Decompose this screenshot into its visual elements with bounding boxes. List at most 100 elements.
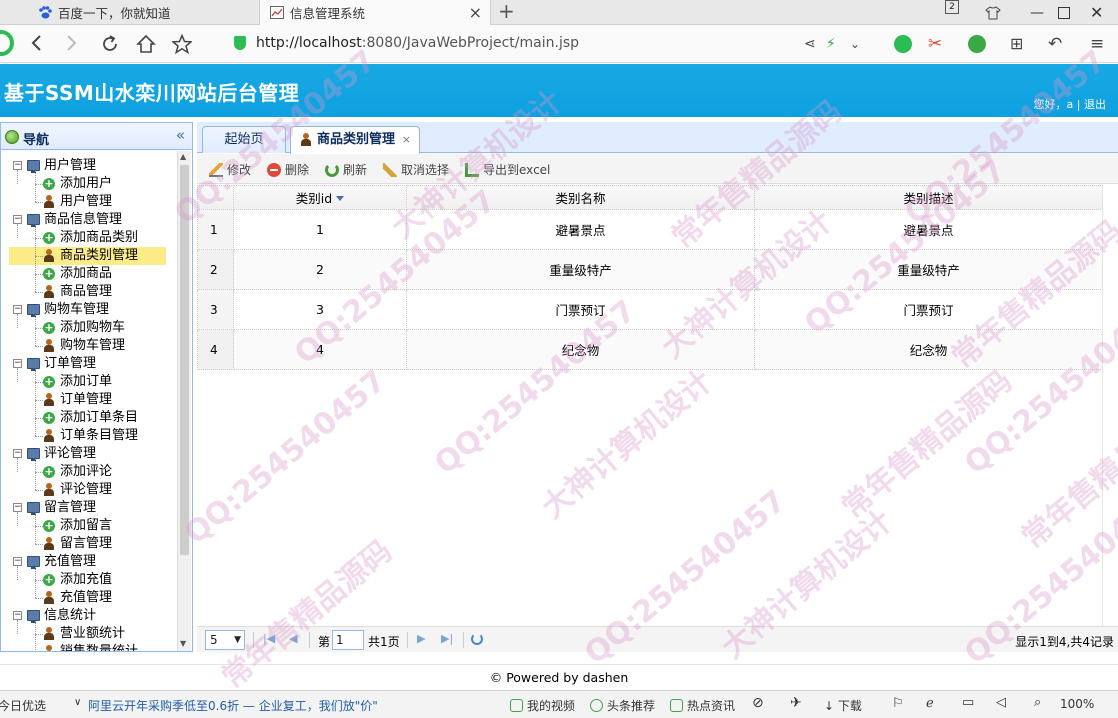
- home-icon[interactable]: [136, 34, 156, 58]
- flag-icon[interactable]: ⚐: [892, 696, 904, 711]
- address-bar[interactable]: http://localhost:8080/JavaWebProject/mai…: [256, 35, 579, 51]
- nav-group[interactable]: − 用户管理: [1, 157, 176, 175]
- page-size-select[interactable]: 5 ▼: [205, 630, 245, 650]
- nav-item[interactable]: + 添加订单条目: [9, 409, 166, 427]
- cancel-selection-button[interactable]: 取消选择: [383, 162, 449, 178]
- share-icon[interactable]: ⋖: [804, 34, 816, 54]
- nav-item[interactable]: 商品类别管理: [9, 247, 166, 265]
- chevron-down-icon[interactable]: ⌄: [850, 34, 860, 54]
- category-id-cell[interactable]: 3: [233, 289, 407, 330]
- nav-item[interactable]: + 添加订单: [9, 373, 166, 391]
- browser-tab-baidu[interactable]: 百度一下，你就知道: [0, 0, 258, 25]
- nav-item[interactable]: + 添加用户: [9, 175, 166, 193]
- skin-icon[interactable]: [985, 0, 1001, 25]
- nav-scrollbar[interactable]: ▲ ▼: [177, 151, 191, 651]
- column-header-name[interactable]: 类别名称: [406, 185, 755, 210]
- new-tab-icon[interactable]: +: [498, 0, 515, 23]
- category-name-cell[interactable]: 门票预订: [406, 289, 755, 330]
- browser-tab-active[interactable]: 信息管理系统 ×: [259, 0, 491, 25]
- apps-grid-icon[interactable]: ⊞: [1010, 34, 1023, 54]
- tree-collapse-icon[interactable]: −: [13, 161, 22, 170]
- zoom-icon[interactable]: ⌕: [1034, 695, 1041, 710]
- first-page-icon[interactable]: |◀: [263, 632, 275, 645]
- lightning-icon[interactable]: ⚡: [826, 34, 836, 54]
- nav-scroll-thumb[interactable]: [180, 165, 189, 555]
- extension-pay-icon[interactable]: [968, 35, 986, 53]
- tree-collapse-icon[interactable]: −: [13, 449, 22, 458]
- delete-button[interactable]: 删除: [267, 162, 309, 178]
- back-icon[interactable]: [30, 34, 42, 56]
- reload-icon[interactable]: [100, 34, 120, 58]
- nav-item[interactable]: 留言管理: [9, 535, 166, 553]
- nav-group[interactable]: − 评论管理: [1, 445, 176, 463]
- tree-collapse-icon[interactable]: −: [13, 305, 22, 314]
- category-desc-cell[interactable]: 避暑景点: [754, 209, 1103, 250]
- status-daily-pick[interactable]: 今日优选: [0, 697, 46, 714]
- category-name-cell[interactable]: 避暑景点: [406, 209, 755, 250]
- nav-group[interactable]: − 充值管理: [1, 553, 176, 571]
- favorite-star-icon[interactable]: [171, 33, 193, 58]
- tool-icon[interactable]: ✈: [790, 695, 802, 711]
- refresh-button[interactable]: 刷新: [325, 162, 367, 178]
- nav-item[interactable]: 用户管理: [9, 193, 166, 211]
- tree-collapse-icon[interactable]: −: [13, 503, 22, 512]
- table-row[interactable]: 3 3 门票预订 门票预订: [197, 289, 1103, 330]
- status-hot-news[interactable]: 热点资讯: [670, 697, 735, 714]
- tab-count-badge[interactable]: 2: [945, 0, 959, 14]
- nav-group[interactable]: − 留言管理: [1, 499, 176, 517]
- nav-item[interactable]: + 添加商品: [9, 265, 166, 283]
- column-header-desc[interactable]: 类别描述: [754, 185, 1103, 210]
- undo-icon[interactable]: ↶: [1048, 34, 1062, 54]
- last-page-icon[interactable]: ▶|: [441, 632, 453, 645]
- ie-icon[interactable]: ℯ: [926, 696, 934, 711]
- reload-icon[interactable]: [471, 633, 483, 645]
- nav-item[interactable]: 营业额统计: [9, 625, 166, 643]
- nav-item[interactable]: 购物车管理: [9, 337, 166, 355]
- category-desc-cell[interactable]: 纪念物: [754, 329, 1103, 370]
- browser-logo-icon[interactable]: [0, 30, 14, 56]
- nav-group[interactable]: − 购物车管理: [1, 301, 176, 319]
- status-download[interactable]: ↓ 下载: [824, 697, 862, 714]
- next-page-icon[interactable]: ▶: [417, 632, 425, 645]
- menu-icon[interactable]: ≡: [1090, 34, 1104, 54]
- collapse-left-icon[interactable]: «: [176, 126, 185, 144]
- window-maximize-icon[interactable]: [1058, 0, 1070, 25]
- nav-item[interactable]: 商品管理: [9, 283, 166, 301]
- nav-group[interactable]: − 商品信息管理: [1, 211, 176, 229]
- category-id-cell[interactable]: 2: [233, 249, 407, 290]
- status-news-link[interactable]: 阿里云开年采购季低至0.6折 — 企业复工，我们放"价": [88, 697, 378, 714]
- category-desc-cell[interactable]: 门票预订: [754, 289, 1103, 330]
- page-number-input[interactable]: 1: [332, 630, 364, 650]
- nav-group[interactable]: − 订单管理: [1, 355, 176, 373]
- export-excel-button[interactable]: 导出到excel: [465, 162, 550, 178]
- forward-icon[interactable]: [66, 34, 78, 56]
- close-tab-icon[interactable]: ×: [402, 127, 411, 153]
- category-desc-cell[interactable]: 重量级特产: [754, 249, 1103, 290]
- nav-item[interactable]: + 添加评论: [9, 463, 166, 481]
- status-my-video[interactable]: 我的视频: [510, 697, 575, 714]
- window-icon[interactable]: ▭: [962, 695, 974, 710]
- scissors-icon[interactable]: ✂: [928, 34, 942, 54]
- volume-icon[interactable]: ◁: [996, 695, 1006, 710]
- tree-collapse-icon[interactable]: −: [13, 215, 22, 224]
- nav-item[interactable]: 销售数量统计: [9, 643, 166, 651]
- category-name-cell[interactable]: 重量级特产: [406, 249, 755, 290]
- scroll-up-icon[interactable]: ▲: [180, 152, 186, 161]
- tree-collapse-icon[interactable]: −: [13, 359, 22, 368]
- category-id-cell[interactable]: 1: [233, 209, 407, 250]
- speed-icon[interactable]: ⊘: [752, 695, 764, 711]
- column-header-id[interactable]: 类别id: [233, 185, 407, 210]
- zoom-level[interactable]: 100%: [1060, 697, 1094, 711]
- nav-item[interactable]: 订单条目管理: [9, 427, 166, 445]
- nav-item[interactable]: 订单管理: [9, 391, 166, 409]
- logout-link[interactable]: 退出: [1084, 98, 1106, 111]
- nav-item[interactable]: + 添加充值: [9, 571, 166, 589]
- nav-item[interactable]: 评论管理: [9, 481, 166, 499]
- close-tab-icon[interactable]: ×: [469, 3, 482, 22]
- tab-category-management[interactable]: 商品类别管理 ×: [290, 126, 420, 154]
- scroll-down-icon[interactable]: ▼: [180, 639, 186, 648]
- tree-collapse-icon[interactable]: −: [13, 557, 22, 566]
- sort-desc-icon[interactable]: [336, 196, 345, 201]
- category-name-cell[interactable]: 纪念物: [406, 329, 755, 370]
- category-id-cell[interactable]: 4: [233, 329, 407, 370]
